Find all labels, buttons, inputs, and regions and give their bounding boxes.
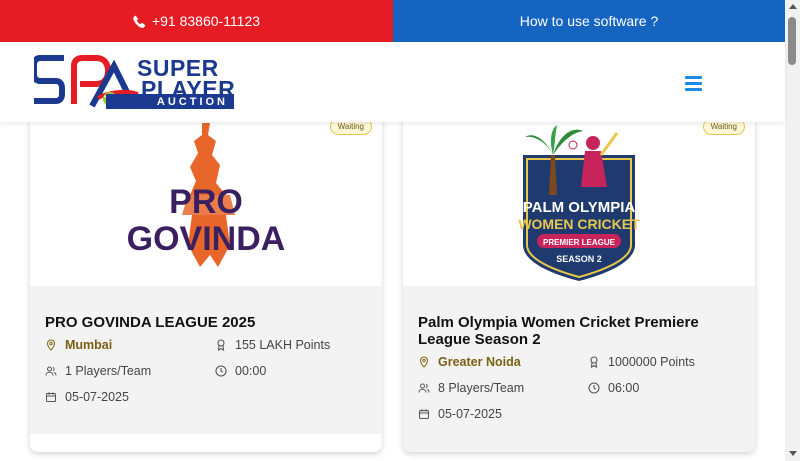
phone-link[interactable]: +91 83860-11123 <box>0 0 393 42</box>
clock-icon <box>215 365 227 377</box>
page: +91 83860-11123 How to use software ? SU… <box>0 0 800 461</box>
time-text: 00:00 <box>235 364 267 378</box>
award-icon <box>590 356 598 368</box>
players-text: 8 Players/Team <box>438 381 525 395</box>
date-text: 05-07-2025 <box>438 407 502 421</box>
auction-card[interactable]: Waiting PALM OLYMPIA WOMEN CRICKET PREMI… <box>403 95 755 452</box>
auction-players: 8 Players/Team <box>418 380 568 396</box>
auction-players: 1 Players/Team <box>45 363 195 379</box>
calendar-icon <box>46 392 56 402</box>
award-icon <box>217 339 225 351</box>
how-to-use-link[interactable]: How to use software ? <box>393 0 785 42</box>
logo-text-season: SEASON 2 <box>556 254 602 264</box>
top-bar: +91 83860-11123 How to use software ? <box>0 0 785 42</box>
auction-details: PRO GOVINDA LEAGUE 2025 Mumbai 155 LAKH … <box>30 286 382 434</box>
location-text: Mumbai <box>65 338 113 352</box>
palm-olympia-logo: PALM OLYMPIA WOMEN CRICKET PREMIER LEAGU… <box>491 121 663 284</box>
date-text: 05-07-2025 <box>65 390 129 404</box>
auction-image: Waiting PALM OLYMPIA WOMEN CRICKET PREMI… <box>403 95 755 286</box>
scroll-up-icon[interactable] <box>789 4 797 9</box>
phone-number: +91 83860-11123 <box>151 13 261 29</box>
points-text: 1000000 Points <box>608 355 695 369</box>
time-text: 06:00 <box>608 381 640 395</box>
auction-time: 06:00 <box>588 380 748 396</box>
calendar-icon <box>419 409 429 419</box>
auction-date: 05-07-2025 <box>45 389 195 405</box>
phone-icon <box>133 15 146 28</box>
auction-title: Palm Olympia Women Cricket Premiere Leag… <box>418 314 699 348</box>
scroll-down-icon[interactable] <box>789 451 797 456</box>
auction-points: 155 LAKH Points <box>215 337 375 353</box>
auction-details: Palm Olympia Women Cricket Premiere Leag… <box>403 286 755 452</box>
clock-icon <box>588 382 600 394</box>
logo-text-pro: PRO <box>169 183 243 221</box>
users-icon <box>45 366 57 376</box>
logo-text-auction: AUCTION <box>106 94 234 109</box>
auction-card[interactable]: Waiting PRO GOVINDA PRO GOVINDA LEAGUE 2… <box>30 95 382 452</box>
vertical-scrollbar[interactable] <box>785 0 800 461</box>
map-pin-icon <box>419 356 429 368</box>
scrollbar-thumb[interactable] <box>788 17 796 65</box>
auction-image: Waiting PRO GOVINDA <box>30 95 382 286</box>
pro-govinda-logo: PRO GOVINDA <box>127 123 286 267</box>
location-text: Greater Noida <box>438 355 521 369</box>
auction-time: 00:00 <box>215 363 375 379</box>
logo-text-women: WOMEN CRICKET <box>518 216 640 232</box>
players-text: 1 Players/Team <box>65 364 152 378</box>
auction-title: PRO GOVINDA LEAGUE 2025 <box>45 314 256 331</box>
auction-location: Greater Noida <box>418 354 568 370</box>
menu-icon[interactable] <box>685 76 702 91</box>
logo-text-palm: PALM OLYMPIA <box>523 199 636 216</box>
logo-text-premier: PREMIER LEAGUE <box>543 238 616 247</box>
auction-date: 05-07-2025 <box>418 406 568 422</box>
map-pin-icon <box>46 339 56 351</box>
site-logo[interactable]: SUPER PLAYER AUCTION <box>31 54 235 109</box>
site-header: SUPER PLAYER AUCTION <box>0 42 785 122</box>
logo-text-govinda: GOVINDA <box>127 220 286 258</box>
users-icon <box>418 383 430 393</box>
auction-points: 1000000 Points <box>588 354 748 370</box>
points-text: 155 LAKH Points <box>235 338 331 352</box>
auction-location: Mumbai <box>45 337 195 353</box>
